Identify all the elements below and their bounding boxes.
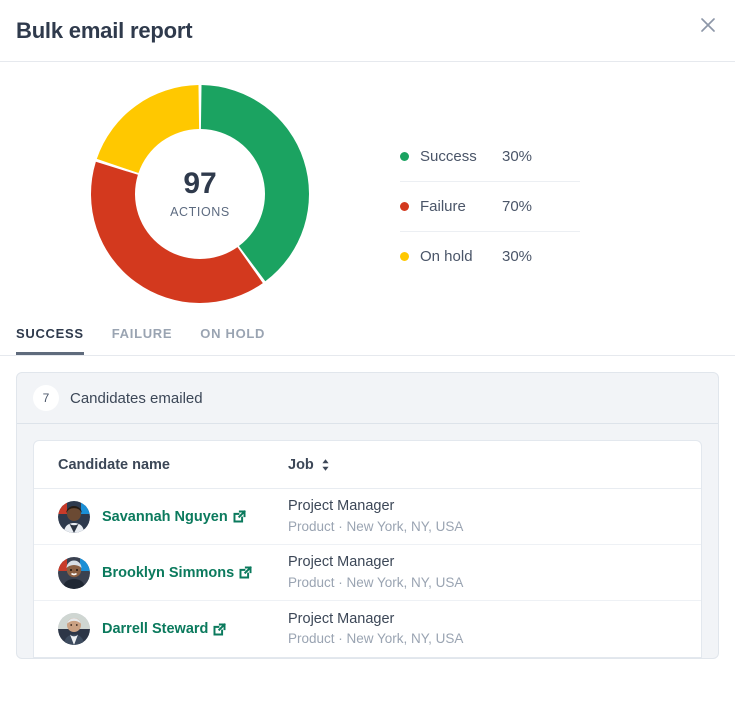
donut-slice-failure[interactable] [91,161,263,303]
page-title: Bulk email report [16,17,193,43]
table-row[interactable]: Darrell Steward Project Manager Product … [34,601,701,657]
tab-on-hold[interactable]: ON HOLD [200,326,265,355]
job-title: Project Manager [288,498,395,515]
candidate-name-text: Brooklyn Simmons [102,564,235,581]
modal-header: Bulk email report [0,0,735,62]
candidate-name-link[interactable]: Savannah Nguyen [102,509,246,525]
job-title: Project Manager [288,610,395,627]
column-header-job-label: Job [288,456,314,473]
column-header-candidate-name-label: Candidate name [58,456,170,473]
legend-dot-on-hold [400,252,409,261]
legend-dot-success [400,152,409,161]
column-header-job[interactable]: Job [288,457,701,473]
tab-failure[interactable]: FAILURE [112,326,173,355]
panel-title: Candidates emailed [70,389,203,407]
candidate-name-link[interactable]: Brooklyn Simmons [102,564,253,581]
external-link-icon [233,510,246,523]
candidate-name-text: Savannah Nguyen [102,508,228,525]
legend-value-on-hold: 30% [502,248,533,265]
donut-slice-success[interactable] [200,85,309,282]
avatar [58,556,90,589]
sort-chevrons-icon[interactable] [320,458,331,472]
donut-chart: 97 ACTIONS [0,80,400,308]
avatar [58,613,90,645]
cell-candidate-name: Darrell Steward [58,613,288,645]
close-icon [698,15,718,35]
candidate-name-text: Darrell Steward [102,621,209,637]
table-row[interactable]: Savannah Nguyen Project Manager Product … [34,489,701,545]
donut-slice-on-hold[interactable] [96,85,200,174]
job-subtitle: Product · New York, NY, USA [288,631,464,647]
chart-legend: Success 30% Failure 70% On hold 30% [400,132,580,281]
job-subtitle: Product · New York, NY, USA [288,574,464,590]
legend-item-success[interactable]: Success 30% [400,132,580,182]
chart-region: 97 ACTIONS Success 30% Failure 70% On ho… [0,62,735,312]
external-link-icon [239,566,253,579]
job-title: Project Manager [288,554,395,571]
close-button[interactable] [691,8,725,42]
tab-bar: SUCCESS FAILURE ON HOLD [0,312,735,356]
legend-value-success: 30% [502,148,533,165]
legend-label-success: Success [420,148,477,165]
job-subtitle: Product · New York, NY, USA [288,518,464,534]
legend-label-on-hold: On hold [420,248,473,265]
cell-candidate-name: Savannah Nguyen [58,500,288,533]
tab-success[interactable]: SUCCESS [16,326,84,355]
legend-value-failure: 70% [502,198,533,215]
column-header-candidate-name: Candidate name [58,457,288,473]
cell-candidate-name: Brooklyn Simmons [58,556,288,589]
cell-job: Project Manager Product · New York, NY, … [288,610,701,649]
cell-job: Project Manager Product · New York, NY, … [288,553,701,592]
legend-dot-failure [400,202,409,211]
candidates-panel: 7 Candidates emailed Candidate name Job [16,372,719,659]
cell-job: Project Manager Product · New York, NY, … [288,497,701,536]
avatar [58,500,90,533]
count-badge: 7 [33,385,59,411]
panel-header: 7 Candidates emailed [17,373,718,424]
donut-svg [91,85,309,303]
candidates-table: Candidate name Job Savannah Nguyen Proje… [33,440,702,658]
external-link-icon [213,622,227,636]
table-header-row: Candidate name Job [34,441,701,489]
legend-item-failure[interactable]: Failure 70% [400,182,580,232]
legend-item-on-hold[interactable]: On hold 30% [400,232,580,281]
candidate-name-link[interactable]: Darrell Steward [102,621,227,637]
table-row[interactable]: Brooklyn Simmons Project Manager Product… [34,545,701,601]
legend-label-failure: Failure [420,198,466,215]
